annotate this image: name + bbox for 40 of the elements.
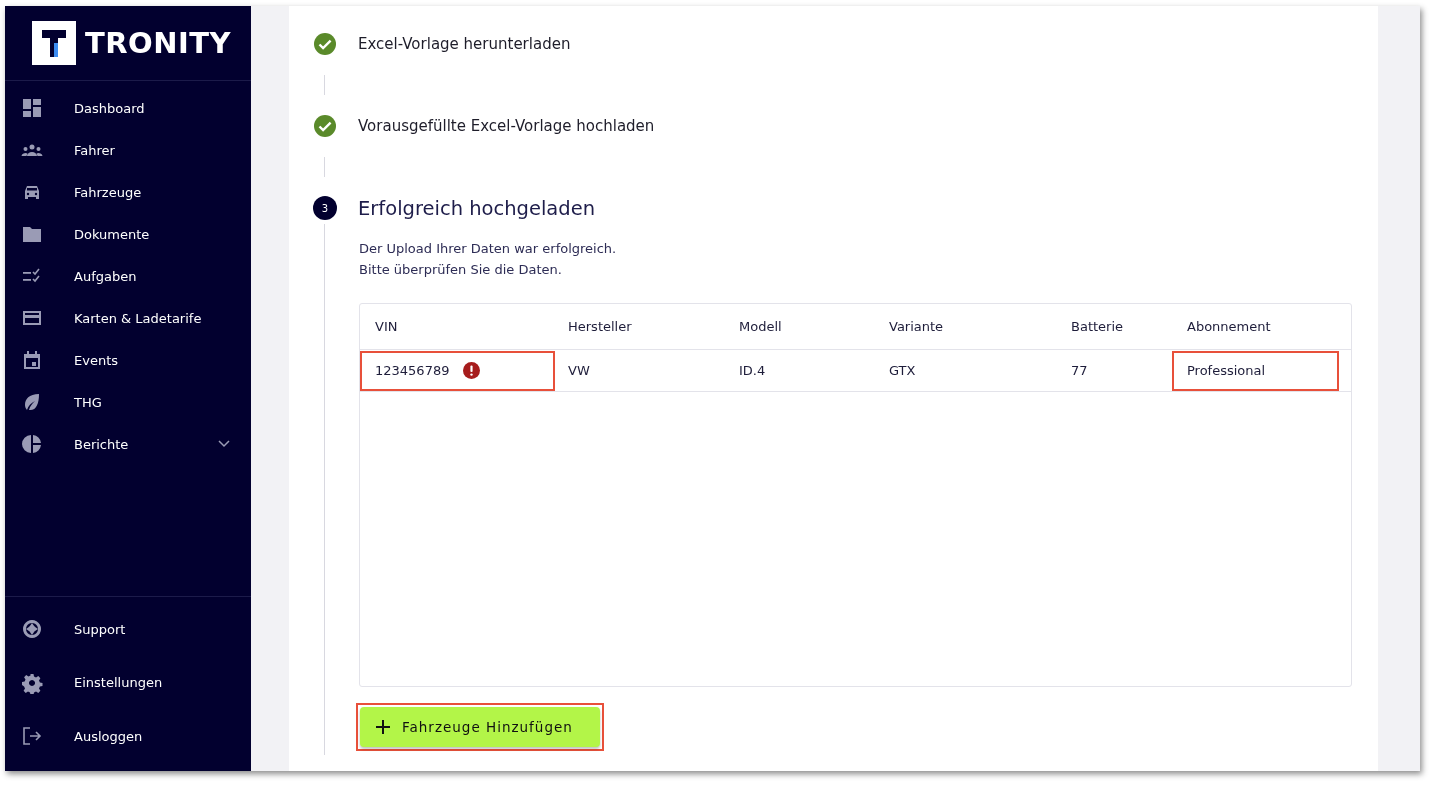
column-header: Hersteller — [567, 319, 633, 334]
nav-item[interactable]: Ausloggen — [5, 709, 251, 763]
nav-item[interactable]: THG — [5, 381, 251, 423]
nav-item[interactable]: Support — [5, 602, 251, 656]
column-header: Batterie — [1070, 319, 1125, 334]
description-text: Der Upload Ihrer Daten war erfolgreich. — [359, 240, 618, 258]
cell-text: ID.4 — [739, 363, 766, 378]
nav-item[interactable]: Fahrzeuge — [5, 171, 251, 213]
step-title: Vorausgefüllte Excel-Vorlage hochladen — [358, 117, 655, 135]
cell-text: 77 — [1071, 363, 1088, 378]
cell-text: GTX — [889, 363, 916, 378]
settings-icon — [21, 671, 43, 694]
column-header: VIN — [374, 319, 399, 334]
column-header: Variante — [888, 319, 945, 334]
step-title: Excel-Vorlage herunterladen — [358, 35, 571, 53]
nav-item[interactable]: Karten & Ladetarife — [5, 297, 251, 339]
nav-icon — [21, 349, 43, 371]
cell-text: Professional — [1187, 363, 1266, 378]
step-title: Erfolgreich hochgeladen — [358, 196, 596, 220]
column-header: Modell — [738, 319, 783, 334]
plus-icon — [376, 720, 390, 734]
add-vehicles-button[interactable]: Fahrzeuge Hinzufügen — [360, 707, 600, 747]
nav-icon — [21, 97, 43, 119]
logout-icon — [21, 725, 43, 748]
cell-text: 123456789 — [375, 363, 450, 378]
logo-icon — [32, 21, 76, 65]
nav-item[interactable]: Events — [5, 339, 251, 381]
step-number: 3 — [313, 196, 337, 220]
description-text: Bitte überprüfen Sie die Daten. — [359, 261, 563, 279]
nav-item[interactable]: Berichte — [5, 423, 251, 465]
nav-item[interactable]: Dokumente — [5, 213, 251, 255]
cell-text: VW — [568, 363, 590, 378]
nav-item[interactable]: Aufgaben — [5, 255, 251, 297]
brand-name: TRONITY — [85, 26, 232, 60]
nav-icon — [21, 433, 43, 455]
nav-item[interactable]: Fahrer — [5, 129, 251, 171]
nav-item[interactable]: Einstellungen — [5, 656, 251, 710]
support-icon — [21, 618, 43, 641]
column-header: Abonnement — [1186, 319, 1272, 334]
nav-item[interactable]: Dashboard — [5, 87, 251, 129]
